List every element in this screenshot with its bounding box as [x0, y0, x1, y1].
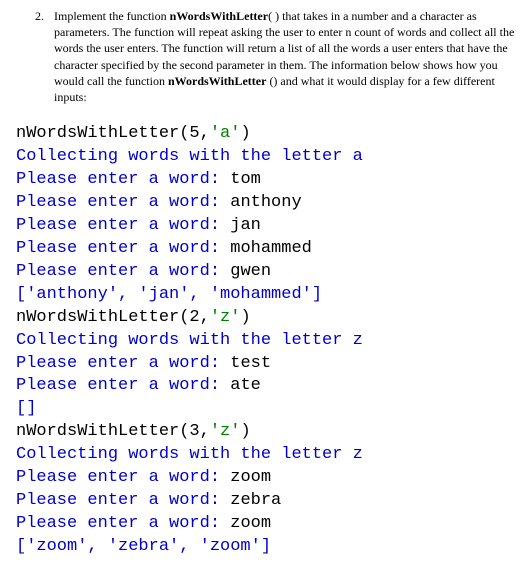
- console-segment: Please enter a word:: [16, 514, 230, 533]
- console-line: Please enter a word: tom: [16, 169, 519, 192]
- console-line: Collecting words with the letter z: [16, 444, 519, 467]
- console-segment: Collecting words with the letter a: [16, 147, 363, 166]
- console-segment: Collecting words with the letter z: [16, 331, 363, 350]
- console-segment: ['anthony', 'jan', 'mohammed']: [16, 285, 322, 304]
- console-line: Collecting words with the letter a: [16, 146, 519, 169]
- console-line: Please enter a word: jan: [16, 215, 519, 238]
- console-segment: test: [230, 354, 271, 373]
- console-segment: Please enter a word:: [16, 239, 230, 258]
- console-segment: mohammed: [230, 239, 312, 258]
- console-line: Please enter a word: ate: [16, 375, 519, 398]
- question-number: 2.: [8, 8, 54, 24]
- console-segment: ['zoom', 'zebra', 'zoom']: [16, 537, 271, 556]
- function-name-1: nWordsWithLetter: [170, 9, 268, 23]
- console-segment: 'a': [210, 124, 241, 143]
- console-segment: 'z': [210, 422, 241, 441]
- console-segment: Please enter a word:: [16, 216, 230, 235]
- console-line: []: [16, 398, 519, 421]
- console-line: Please enter a word: zoom: [16, 513, 519, 536]
- console-segment: ): [240, 124, 250, 143]
- console-line: Collecting words with the letter z: [16, 330, 519, 353]
- console-line: nWordsWithLetter(5,'a'): [16, 123, 519, 146]
- console-segment: jan: [230, 216, 261, 235]
- console-segment: []: [16, 399, 36, 418]
- console-segment: zebra: [230, 491, 281, 510]
- console-segment: nWordsWithLetter(3,: [16, 422, 210, 441]
- console-segment: Please enter a word:: [16, 193, 230, 212]
- console-line: ['anthony', 'jan', 'mohammed']: [16, 284, 519, 307]
- console-segment: nWordsWithLetter(5,: [16, 124, 210, 143]
- question-text: Implement the function nWordsWithLetter(…: [54, 8, 519, 105]
- console-segment: Please enter a word:: [16, 262, 230, 281]
- console-segment: Please enter a word:: [16, 376, 230, 395]
- console-line: Please enter a word: zebra: [16, 490, 519, 513]
- console-segment: ate: [230, 376, 261, 395]
- console-segment: zoom: [230, 468, 271, 487]
- console-segment: Please enter a word:: [16, 354, 230, 373]
- console-segment: zoom: [230, 514, 271, 533]
- console-line: Please enter a word: test: [16, 353, 519, 376]
- console-line: Please enter a word: mohammed: [16, 238, 519, 261]
- console-segment: gwen: [230, 262, 271, 281]
- console-segment: tom: [230, 170, 261, 189]
- question-row: 2. Implement the function nWordsWithLett…: [8, 8, 519, 105]
- console-line: Please enter a word: gwen: [16, 261, 519, 284]
- console-segment: Please enter a word:: [16, 468, 230, 487]
- function-name-2: nWordsWithLetter: [168, 74, 266, 88]
- page-container: 2. Implement the function nWordsWithLett…: [0, 0, 527, 579]
- console-segment: nWordsWithLetter(2,: [16, 308, 210, 327]
- console-segment: Collecting words with the letter z: [16, 445, 363, 464]
- console-segment: 'z': [210, 308, 241, 327]
- console-line: ['zoom', 'zebra', 'zoom']: [16, 536, 519, 559]
- console-segment: Please enter a word:: [16, 491, 230, 510]
- console-line: nWordsWithLetter(3,'z'): [16, 421, 519, 444]
- console-segment: ): [240, 422, 250, 441]
- console-output: nWordsWithLetter(5,'a')Collecting words …: [8, 123, 519, 559]
- question-text-part-1: Implement the function: [54, 9, 170, 23]
- console-segment: ): [240, 308, 250, 327]
- console-line: Please enter a word: zoom: [16, 467, 519, 490]
- console-segment: anthony: [230, 193, 301, 212]
- console-line: nWordsWithLetter(2,'z'): [16, 307, 519, 330]
- console-line: Please enter a word: anthony: [16, 192, 519, 215]
- console-segment: Please enter a word:: [16, 170, 230, 189]
